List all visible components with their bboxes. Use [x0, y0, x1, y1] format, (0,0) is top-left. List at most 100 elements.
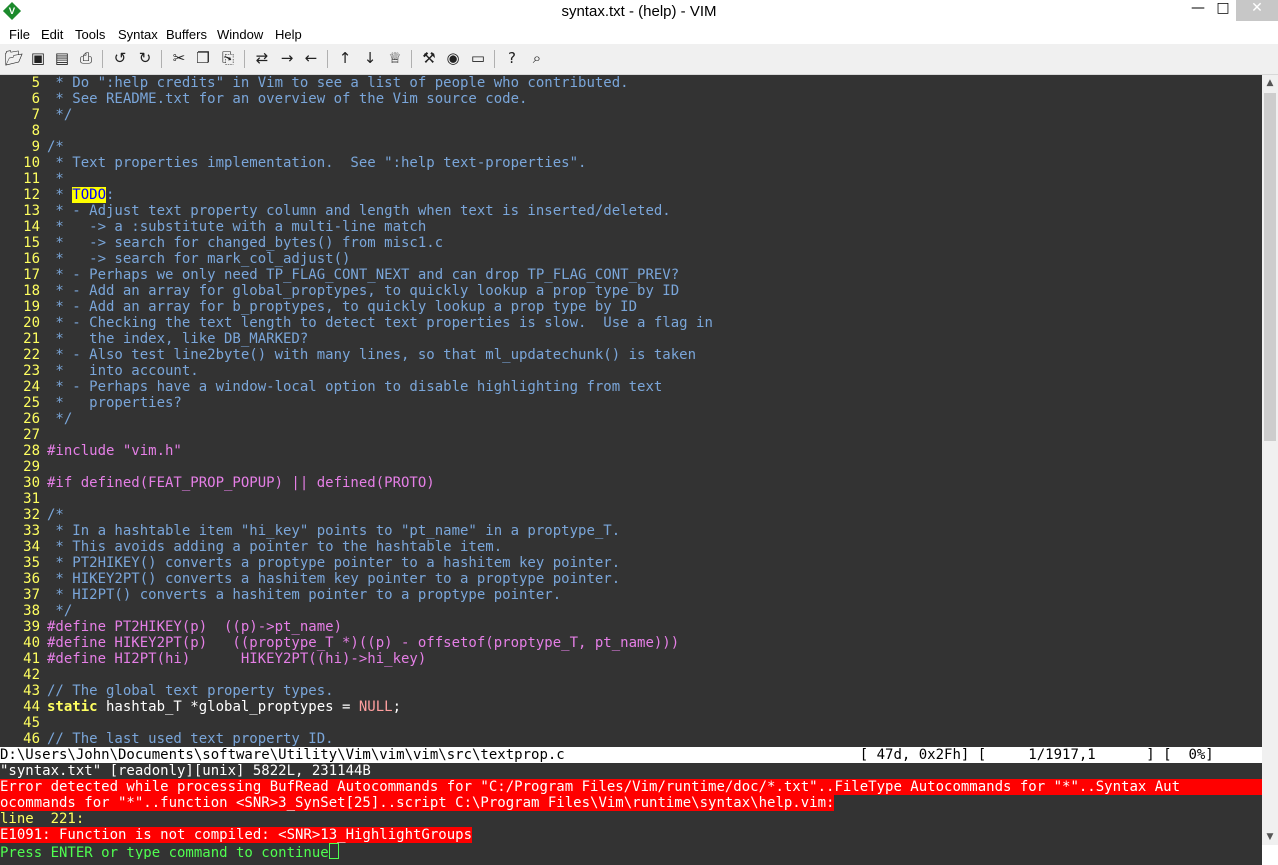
continue-prompt: Press ENTER or type command to continue	[0, 845, 329, 859]
code-text: *	[47, 187, 73, 203]
code-line[interactable]: 35 * PT2HIKEY() converts a proptype poin…	[0, 555, 620, 571]
code-text: *	[47, 171, 64, 187]
code-line[interactable]: 42	[0, 667, 47, 683]
code-line[interactable]: 44 static hashtab_T *global_proptypes = N…	[0, 699, 401, 715]
save-icon[interactable]: ▣	[28, 49, 48, 69]
menu-buffers[interactable]: Buffers	[166, 27, 207, 42]
line-number: 12	[23, 187, 40, 203]
save-session-icon[interactable]: ↓	[360, 49, 380, 69]
menu-edit[interactable]: Edit	[41, 27, 63, 42]
line-number: 41	[23, 651, 40, 667]
code-line[interactable]: 23 * into account.	[0, 363, 199, 379]
menu-syntax[interactable]: Syntax	[118, 27, 158, 42]
code-text: * - Perhaps have a window-local option t…	[47, 379, 663, 395]
code-line[interactable]: 39 #define PT2HIKEY(p) ((p)->pt_name)	[0, 619, 342, 635]
line-number: 21	[23, 331, 40, 347]
code-line[interactable]: 16 * -> search for mark_col_adjust()	[0, 251, 350, 267]
maximize-button[interactable]: □	[1210, 0, 1236, 21]
code-text: // The global text property types.	[47, 683, 334, 699]
redo-icon[interactable]: ↻	[135, 49, 155, 69]
open-icon[interactable]: 📂︎	[4, 49, 24, 69]
code-line[interactable]: 24 * - Perhaps have a window-local optio…	[0, 379, 662, 395]
code-line[interactable]: 28 #include "vim.h"	[0, 443, 182, 459]
paste-icon[interactable]: ⎘	[218, 49, 238, 69]
code-line[interactable]: 5 * Do ":help credits" in Vim to see a l…	[0, 75, 629, 91]
minimize-button[interactable]: —	[1185, 0, 1211, 21]
code-line[interactable]: 9 /*	[0, 139, 64, 155]
code-line[interactable]: 21 * the index, like DB_MARKED?	[0, 331, 308, 347]
code-text: * HIKEY2PT() converts a hashitem key poi…	[47, 571, 621, 587]
menu-tools[interactable]: Tools	[75, 27, 105, 42]
run-script-icon[interactable]: ♕	[385, 49, 405, 69]
code-text: ;	[392, 699, 402, 715]
code-line[interactable]: 17 * - Perhaps we only need TP_FLAG_CONT…	[0, 267, 679, 283]
code-line[interactable]: 25 * properties?	[0, 395, 182, 411]
scroll-down-icon[interactable]: ▼	[1262, 829, 1278, 845]
find-next-icon[interactable]: →	[277, 49, 297, 69]
code-text: */	[47, 603, 73, 619]
load-session-icon[interactable]: ↑	[335, 49, 355, 69]
title-bar: V syntax.txt - (help) - VIM — □ ✕	[0, 0, 1278, 24]
code-line[interactable]: 7 */	[0, 107, 73, 123]
code-line[interactable]: 27	[0, 427, 47, 443]
line-number: 17	[23, 267, 40, 283]
code-line[interactable]: 8	[0, 123, 47, 139]
tag-jump-icon[interactable]: ▭	[468, 49, 488, 69]
toolbar-separator	[411, 50, 412, 68]
code-text: #define HIKEY2PT(p) ((proptype_T *)((p) …	[47, 635, 680, 651]
line-number: 33	[23, 523, 40, 539]
code-line[interactable]: 12 * TODO:	[0, 187, 114, 203]
menu-help[interactable]: Help	[275, 27, 302, 42]
find-prev-icon[interactable]: ←	[301, 49, 321, 69]
cut-icon[interactable]: ✂	[169, 49, 189, 69]
copy-icon[interactable]: ❐	[193, 49, 213, 69]
line-number: 31	[23, 491, 40, 507]
code-text: :	[106, 187, 115, 203]
code-line[interactable]: 36 * HIKEY2PT() converts a hashitem key …	[0, 571, 620, 587]
command-area[interactable]: "syntax.txt" [readonly][unix] 5822L, 231…	[0, 763, 1262, 865]
code-line[interactable]: 20 * - Checking the text length to detec…	[0, 315, 713, 331]
code-line[interactable]: 37 * HI2PT() converts a hashitem pointer…	[0, 587, 561, 603]
make-icon[interactable]: ⚒	[419, 49, 439, 69]
help-icon[interactable]: ?	[502, 49, 522, 69]
save-all-icon[interactable]: ▤	[52, 49, 72, 69]
code-line[interactable]: 18 * - Add an array for global_proptypes…	[0, 283, 679, 299]
code-line[interactable]: 29	[0, 459, 47, 475]
code-line[interactable]: 10 * Text properties implementation. See…	[0, 155, 586, 171]
find-help-icon[interactable]: ⌕	[527, 49, 547, 69]
code-line[interactable]: 46 // The last used text property ID.	[0, 731, 333, 747]
code-text: * Do ":help credits" in Vim to see a lis…	[47, 75, 629, 91]
code-line[interactable]: 30 #if defined(FEAT_PROP_POPUP) || define…	[0, 475, 435, 491]
code-line[interactable]: 14 * -> a :substitute with a multi-line …	[0, 219, 426, 235]
code-line[interactable]: 26 */	[0, 411, 72, 427]
close-button[interactable]: ✕	[1236, 0, 1278, 21]
code-line[interactable]: 45	[0, 715, 47, 731]
code-line[interactable]: 31	[0, 491, 47, 507]
print-icon[interactable]: ⎙	[76, 49, 96, 69]
menu-window[interactable]: Window	[217, 27, 263, 42]
line-number: 13	[23, 203, 40, 219]
code-line[interactable]: 40 #define HIKEY2PT(p) ((proptype_T *)((p…	[0, 635, 679, 651]
code-line[interactable]: 6 * See README.txt for an overview of th…	[0, 91, 528, 107]
scrollbar-thumb[interactable]	[1264, 93, 1276, 441]
code-line[interactable]: 19 * - Add an array for b_proptypes, to …	[0, 299, 637, 315]
code-line[interactable]: 41 #define HI2PT(hi) HIKEY2PT((hi)->hi_ke…	[0, 651, 426, 667]
replace-icon[interactable]: ⇄	[252, 49, 272, 69]
code-line[interactable]: 33 * In a hashtable item "hi_key" points…	[0, 523, 620, 539]
code-line[interactable]: 13 * - Adjust text property column and l…	[0, 203, 671, 219]
scroll-up-icon[interactable]: ▲	[1262, 75, 1278, 91]
code-line[interactable]: 11 *	[0, 171, 64, 187]
code-line[interactable]: 43 // The global text property types.	[0, 683, 334, 699]
line-number: 15	[23, 235, 40, 251]
menu-file[interactable]: File	[9, 27, 30, 42]
line-number: 28	[23, 443, 40, 459]
toolbar-separator	[494, 50, 495, 68]
code-line[interactable]: 38 */	[0, 603, 72, 619]
shell-icon[interactable]: ◉	[443, 49, 463, 69]
editor-buffer[interactable]: 5 * Do ":help credits" in Vim to see a l…	[0, 75, 1262, 747]
code-line[interactable]: 22 * - Also test line2byte() with many l…	[0, 347, 696, 363]
code-line[interactable]: 34 * This avoids adding a pointer to the…	[0, 539, 502, 555]
code-line[interactable]: 15 * -> search for changed_bytes() from …	[0, 235, 443, 251]
code-line[interactable]: 32 /*	[0, 507, 64, 523]
undo-icon[interactable]: ↺	[110, 49, 130, 69]
